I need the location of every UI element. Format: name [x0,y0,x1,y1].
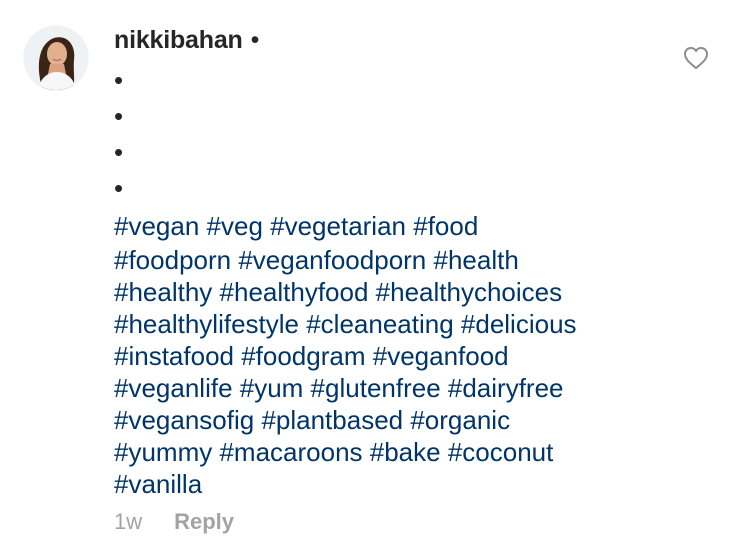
hashtag-line[interactable]: #yummy #macaroons #bake #coconut [114,436,684,468]
hashtag-line[interactable]: #instafood #foodgram #veganfood [114,340,684,372]
comment-header: nikkibahan • [114,22,704,58]
timestamp: 1w [114,509,143,534]
avatar[interactable] [24,26,88,90]
bullet-line: • [114,65,124,95]
bullet-line: • [114,173,124,203]
hashtag-line[interactable]: #vegan #veg #vegetarian #food [114,208,684,244]
hashtag-line[interactable]: #vanilla [114,468,684,500]
comment-footer: 1w Reply [114,504,234,540]
separator-dot: • [250,25,260,54]
hashtag-line[interactable]: #foodporn #veganfoodporn #health [114,244,684,276]
avatar-image [24,26,88,90]
heart-icon[interactable] [683,46,709,70]
comment-body: nikkibahan • • • • • #vegan #veg #vegeta… [114,22,704,535]
bullet-line: • [114,137,124,167]
hashtag-line[interactable]: #healthylifestyle #cleaneating #deliciou… [114,308,684,340]
hashtag-line[interactable]: #healthy #healthyfood #healthychoices [114,276,684,308]
bullet-list: • • • • [114,62,704,206]
hashtag-block: #vegan #veg #vegetarian #food #foodporn … [114,208,684,500]
hashtag-line[interactable]: #vegansofig #plantbased #organic [114,404,684,436]
comment: nikkibahan • • • • • #vegan #veg #vegeta… [0,0,750,557]
reply-button[interactable]: Reply [174,509,234,535]
hashtag-line[interactable]: #veganlife #yum #glutenfree #dairyfree [114,372,684,404]
bullet-line: • [114,101,124,131]
username-link[interactable]: nikkibahan [114,26,243,55]
